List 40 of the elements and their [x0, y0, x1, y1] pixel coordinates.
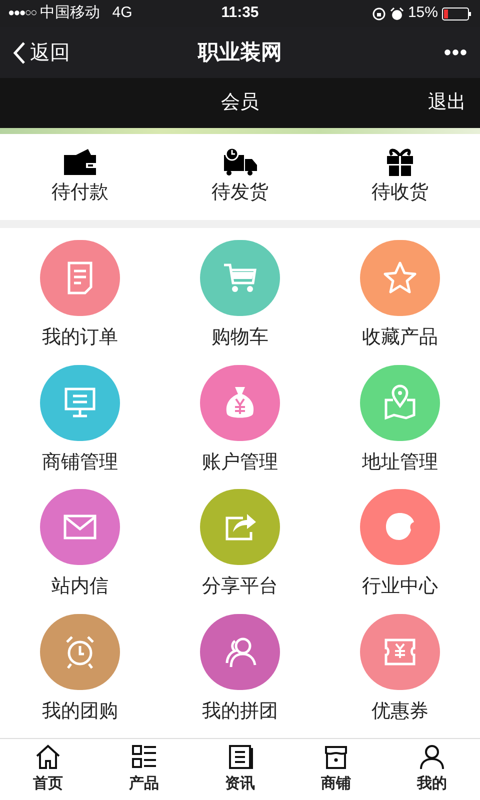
tab-bar-item[interactable]: 产品 [96, 739, 192, 800]
back-icon [12, 40, 26, 64]
status-time: 11:35 [220, 3, 260, 24]
menu-item[interactable]: 我的团购 [0, 614, 160, 726]
newspaper-icon [226, 743, 254, 772]
menu-item[interactable]: 我的拼团 [160, 614, 320, 726]
truck-icon [222, 146, 258, 177]
tab-bar-item[interactable]: 首页 [0, 739, 96, 800]
signal-strength: ●●●○○ [8, 6, 36, 22]
menu-item[interactable]: 站内信 [0, 489, 160, 602]
menu-item[interactable]: 收藏产品 [320, 240, 480, 352]
menu-item[interactable]: 我的订单 [0, 240, 160, 352]
alarm-icon [390, 6, 404, 20]
network-type: 4G [112, 3, 132, 24]
section-title: 会员 [221, 90, 259, 115]
tab-bar-item[interactable]: 我的 [384, 739, 480, 800]
menu-item[interactable]: 购物车 [160, 240, 320, 352]
order-status-button[interactable]: 待收货 [320, 146, 480, 208]
order-status-button[interactable]: 待发货 [160, 146, 320, 208]
rotation-lock-icon [372, 6, 386, 20]
menu-item[interactable]: 账户管理 [160, 364, 320, 477]
menu-item[interactable]: 商铺管理 [0, 364, 160, 477]
tab-bar-item[interactable]: 资讯 [192, 739, 288, 800]
battery-icon [442, 6, 472, 20]
menu-item[interactable]: 地址管理 [320, 364, 480, 477]
menu-item[interactable]: 行业中心 [320, 489, 480, 602]
wallet-icon [62, 146, 98, 177]
battery-percent: 15% [408, 3, 438, 24]
menu-item[interactable]: 分享平台 [160, 489, 320, 602]
tab-bar-item[interactable]: 商铺 [288, 739, 384, 800]
logout-button[interactable]: 退出 [428, 88, 466, 118]
carrier-name: 中国移动 [40, 3, 100, 24]
order-status-button[interactable]: 待付款 [0, 146, 160, 208]
shop-icon [322, 743, 350, 772]
more-button[interactable]: ••• [368, 38, 468, 68]
menu-item[interactable]: 优惠券 [320, 614, 480, 726]
page-title: 职业装网 [196, 40, 283, 66]
back-button[interactable]: 返回 [12, 38, 112, 68]
home-icon [34, 743, 62, 772]
user-icon [418, 743, 446, 772]
